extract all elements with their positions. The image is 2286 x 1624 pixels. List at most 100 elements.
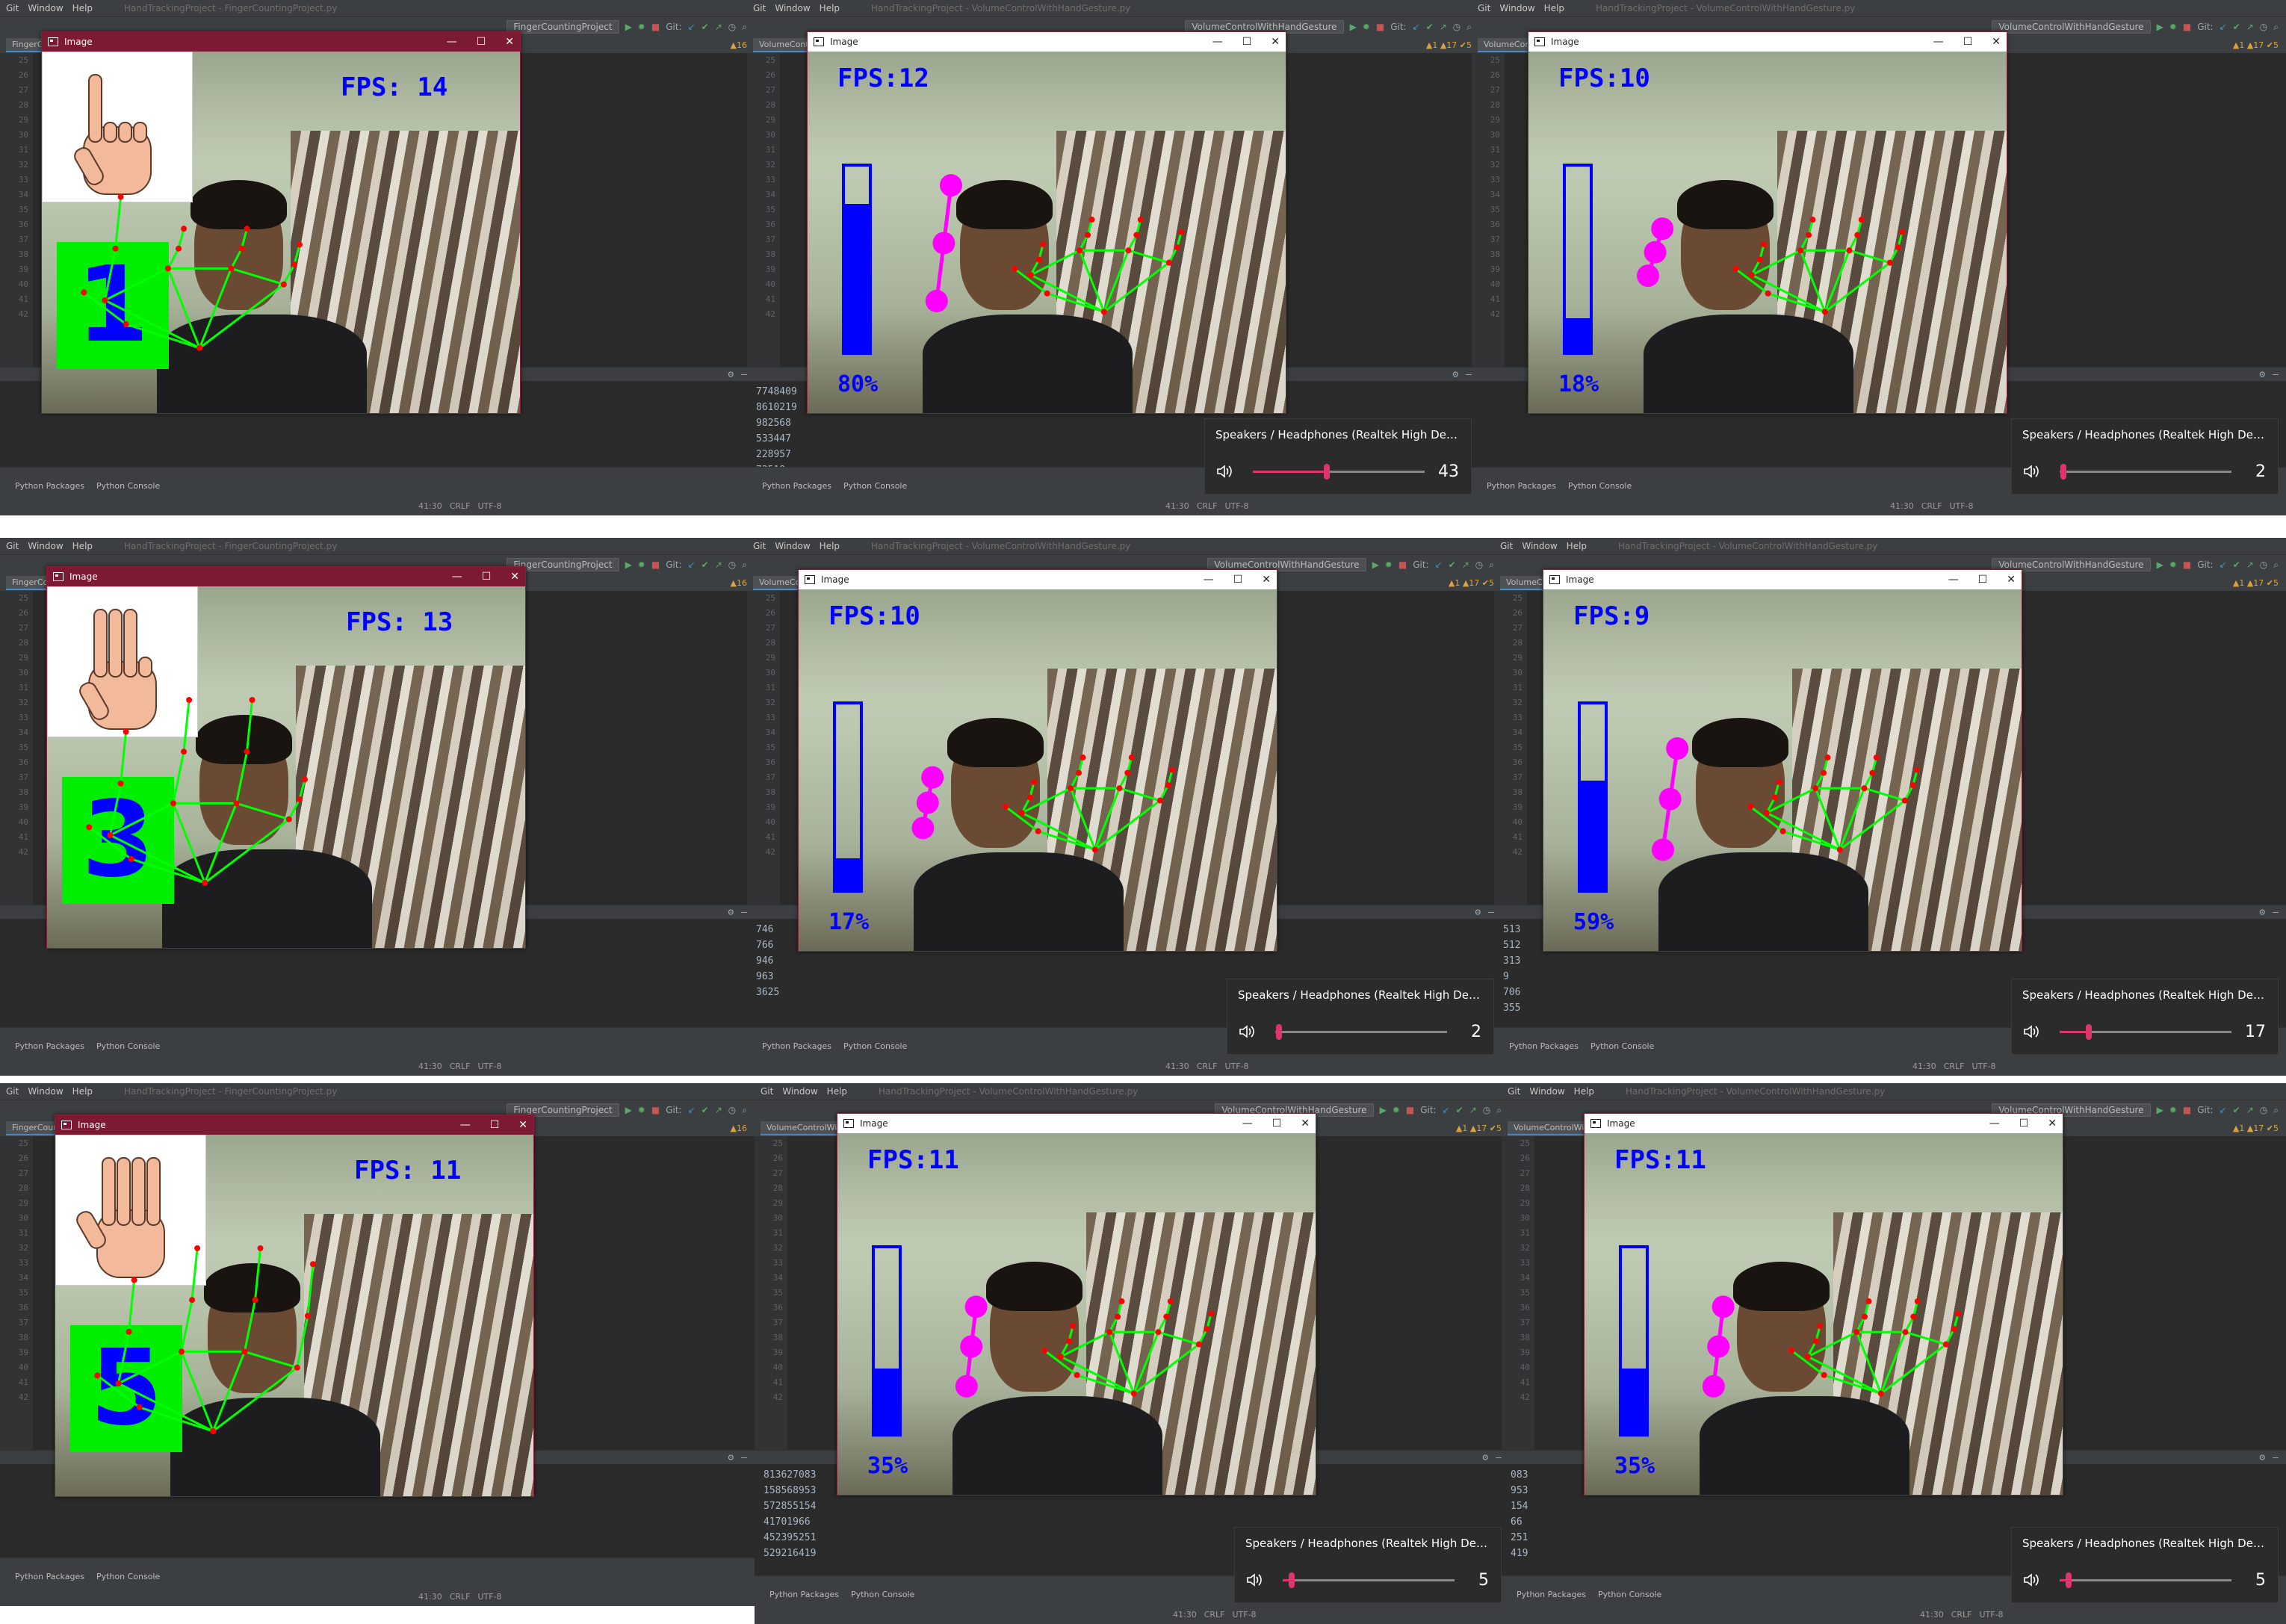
minimize-panel-icon[interactable]: — — [1496, 1450, 1502, 1466]
menu-item-help[interactable]: Help — [820, 3, 840, 13]
vcs-update-icon[interactable]: ↙ — [2220, 1105, 2227, 1115]
vcs-commit-icon[interactable]: ✔ — [2233, 560, 2240, 570]
stop-icon[interactable]: ■ — [2183, 22, 2191, 32]
history-icon[interactable]: ◷ — [2260, 1105, 2267, 1115]
caret-position[interactable]: 41:30 — [1165, 1062, 1189, 1071]
run-icon[interactable]: ▶ — [625, 22, 632, 32]
tool-button-python-console[interactable]: Python Console — [96, 481, 160, 491]
volume-slider[interactable] — [2060, 1024, 2231, 1040]
line-separator[interactable]: CRLF — [1944, 1062, 1965, 1071]
vcs-update-icon[interactable]: ↙ — [688, 560, 696, 570]
close-icon[interactable]: ✕ — [1271, 36, 1280, 48]
gear-icon[interactable]: ⚙ — [1452, 367, 1458, 382]
volume-slider-thumb[interactable] — [2060, 464, 2066, 480]
inspection-warnings[interactable]: ▲16 — [731, 1124, 747, 1133]
close-icon[interactable]: ✕ — [518, 1119, 527, 1131]
tool-button-python-packages[interactable]: Python Packages — [15, 1041, 84, 1051]
menu-item-help[interactable]: Help — [72, 1086, 93, 1097]
menu-item-window[interactable]: Window — [28, 1086, 63, 1097]
tool-button-python-console[interactable]: Python Console — [851, 1590, 914, 1599]
menu-item-help[interactable]: Help — [1574, 1086, 1594, 1097]
minimize-icon[interactable]: — — [1204, 574, 1214, 586]
menu-item-help[interactable]: Help — [1567, 541, 1587, 551]
gear-icon[interactable]: ⚙ — [728, 905, 734, 920]
minimize-icon[interactable]: — — [452, 571, 462, 583]
volume-slider-thumb[interactable] — [1323, 464, 1330, 480]
search-icon[interactable]: ⌕ — [2273, 22, 2279, 33]
vcs-commit-icon[interactable]: ✔ — [701, 22, 709, 32]
minimize-panel-icon[interactable]: — — [741, 1450, 747, 1466]
run-icon[interactable]: ▶ — [1350, 22, 1357, 32]
run-icon[interactable]: ▶ — [2157, 1105, 2163, 1115]
tool-button-python-packages[interactable]: Python Packages — [1509, 1041, 1579, 1051]
search-icon[interactable]: ⌕ — [742, 560, 747, 571]
window-titlebar[interactable]: Image — ☐ ✕ — [808, 32, 1286, 52]
vcs-update-icon[interactable]: ↙ — [688, 22, 696, 32]
vcs-push-icon[interactable]: ↗ — [1462, 560, 1469, 570]
close-icon[interactable]: ✕ — [2007, 574, 2016, 586]
minimize-icon[interactable]: — — [1242, 1118, 1253, 1129]
stop-icon[interactable]: ■ — [651, 1105, 660, 1115]
vcs-update-icon[interactable]: ↙ — [1413, 22, 1420, 32]
maximize-icon[interactable]: ☐ — [490, 1119, 500, 1131]
minimize-icon[interactable]: — — [1948, 574, 1959, 586]
vcs-commit-icon[interactable]: ✔ — [1426, 22, 1434, 32]
file-encoding[interactable]: UTF-8 — [1224, 1062, 1248, 1071]
tool-button-python-console[interactable]: Python Console — [843, 481, 907, 491]
vcs-commit-icon[interactable]: ✔ — [1456, 1105, 1463, 1115]
minimize-icon[interactable]: — — [1989, 1118, 2000, 1129]
close-icon[interactable]: ✕ — [1301, 1118, 1310, 1129]
stop-icon[interactable]: ■ — [2183, 1105, 2191, 1115]
file-encoding[interactable]: UTF-8 — [1979, 1610, 2003, 1620]
speaker-icon[interactable] — [2022, 1571, 2040, 1589]
tool-button-python-packages[interactable]: Python Packages — [769, 1590, 839, 1599]
caret-position[interactable]: 41:30 — [418, 1062, 442, 1071]
caret-position[interactable]: 41:30 — [418, 1592, 442, 1602]
line-separator[interactable]: CRLF — [450, 1062, 471, 1071]
tool-button-python-console[interactable]: Python Console — [96, 1572, 160, 1581]
file-encoding[interactable]: UTF-8 — [477, 1062, 501, 1071]
minimize-panel-icon[interactable]: — — [1466, 367, 1472, 382]
vcs-commit-icon[interactable]: ✔ — [701, 560, 709, 570]
close-icon[interactable]: ✕ — [1262, 574, 1271, 586]
volume-slider-thumb[interactable] — [2086, 1024, 2093, 1040]
inspection-warnings[interactable]: ▲1 ▲17 ✔5 — [1449, 578, 1494, 588]
vcs-commit-icon[interactable]: ✔ — [2233, 22, 2240, 32]
debug-icon[interactable]: ✹ — [638, 1105, 645, 1115]
gear-icon[interactable]: ⚙ — [1482, 1450, 1488, 1466]
window-titlebar[interactable]: Image — ☐ ✕ — [1528, 32, 2007, 52]
window-titlebar[interactable]: Image — ☐ ✕ — [42, 32, 520, 52]
image-window[interactable]: Image — ☐ ✕ FPS: 133 — [46, 566, 526, 949]
window-titlebar[interactable]: Image — ☐ ✕ — [1585, 1114, 2063, 1133]
menu-item-git[interactable]: Git — [753, 3, 766, 13]
maximize-icon[interactable]: ☐ — [1978, 574, 1988, 586]
menu-item-window[interactable]: Window — [775, 3, 810, 13]
vcs-commit-icon[interactable]: ✔ — [701, 1105, 709, 1115]
debug-icon[interactable]: ✹ — [1393, 1105, 1400, 1115]
tool-button-python-packages[interactable]: Python Packages — [15, 481, 84, 491]
maximize-icon[interactable]: ☐ — [2019, 1118, 2029, 1129]
line-separator[interactable]: CRLF — [1197, 501, 1218, 511]
stop-icon[interactable]: ■ — [1376, 22, 1384, 32]
menu-item-window[interactable]: Window — [1529, 1086, 1564, 1097]
menu-item-help[interactable]: Help — [1544, 3, 1564, 13]
speaker-icon[interactable] — [1238, 1023, 1256, 1041]
history-icon[interactable]: ◷ — [1453, 22, 1460, 32]
inspection-warnings[interactable]: ▲1 ▲17 ✔5 — [2233, 578, 2279, 588]
menu-item-git[interactable]: Git — [1508, 1086, 1520, 1097]
menu-item-window[interactable]: Window — [1522, 541, 1557, 551]
inspection-warnings[interactable]: ▲1 ▲17 ✔5 — [1456, 1124, 1502, 1133]
search-icon[interactable]: ⌕ — [742, 1105, 747, 1116]
inspection-warnings[interactable]: ▲16 — [731, 40, 747, 50]
line-separator[interactable]: CRLF — [1197, 1062, 1218, 1071]
inspection-warnings[interactable]: ▲16 — [731, 578, 747, 588]
menu-item-git[interactable]: Git — [6, 1086, 19, 1097]
search-icon[interactable]: ⌕ — [742, 22, 747, 33]
file-encoding[interactable]: UTF-8 — [1949, 501, 1973, 511]
menu-item-git[interactable]: Git — [1500, 541, 1513, 551]
tool-button-python-console[interactable]: Python Console — [1568, 481, 1632, 491]
debug-icon[interactable]: ✹ — [2169, 22, 2177, 32]
volume-slider[interactable] — [2060, 464, 2231, 480]
search-icon[interactable]: ⌕ — [2273, 560, 2279, 571]
vcs-push-icon[interactable]: ↗ — [2246, 1105, 2254, 1115]
